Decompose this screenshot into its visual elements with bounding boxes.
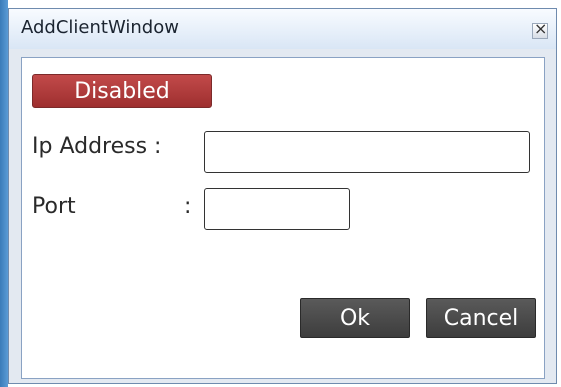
window-title: AddClientWindow	[21, 17, 179, 38]
port-label: Port	[32, 194, 76, 219]
port-colon: :	[184, 194, 192, 219]
window-titlebar: AddClientWindow	[9, 9, 556, 49]
ip-address-input[interactable]	[204, 131, 530, 173]
cancel-button[interactable]: Cancel	[426, 298, 536, 338]
close-icon[interactable]	[532, 19, 548, 39]
window-content: Disabled Ip Address : Port : Ok Cancel	[21, 57, 545, 379]
ip-address-label: Ip Address :	[32, 134, 162, 159]
port-input[interactable]	[204, 188, 350, 230]
desktop-background-strip	[0, 0, 8, 387]
disabled-button[interactable]: Disabled	[32, 74, 212, 108]
ok-button[interactable]: Ok	[300, 298, 410, 338]
add-client-window: AddClientWindow Disabled Ip Address : Po…	[8, 8, 557, 384]
